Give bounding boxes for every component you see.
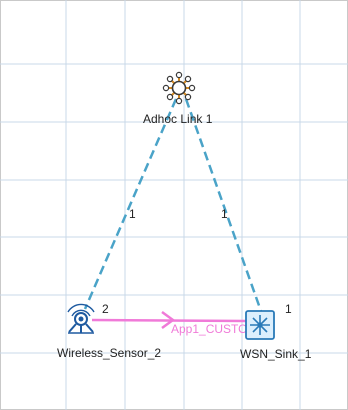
network-canvas[interactable]: 1 1 2 1 App1_CUSTOM Adhoc Link 1 Wireles…	[0, 0, 348, 410]
adhoc-link-label: Adhoc Link 1	[143, 112, 213, 126]
port-label-right-top: 1	[221, 207, 228, 221]
wireless-sensor-label: Wireless_Sensor_2	[57, 346, 161, 360]
app-arrow-line	[91, 318, 247, 323]
port-label-left-bottom: 2	[102, 302, 109, 316]
port-label-left-top: 1	[129, 207, 136, 221]
port-label-right-bottom: 1	[285, 302, 292, 316]
wsn-sink-label: WSN_Sink_1	[240, 347, 312, 361]
app-label: App1_CUSTOM	[171, 322, 257, 336]
adhoc-link-icon	[162, 71, 196, 105]
wsn-sink-icon	[245, 310, 275, 340]
